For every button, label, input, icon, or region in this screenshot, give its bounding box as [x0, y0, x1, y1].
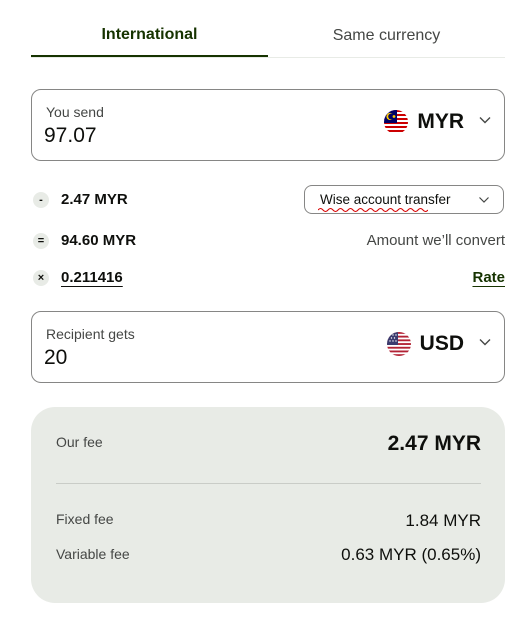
spellcheck-underline — [318, 208, 428, 212]
multiply-icon: × — [33, 270, 49, 286]
converted-row: = 94.60 MYR Amount we’ll convert — [31, 226, 505, 256]
receive-currency-code: USD — [419, 332, 464, 355]
tab-international[interactable]: International — [31, 14, 268, 57]
send-currency-code: MYR — [417, 110, 464, 133]
tab-same-currency[interactable]: Same currency — [268, 14, 505, 57]
equals-icon: = — [33, 233, 49, 249]
payment-method-label: Wise account transfer — [320, 192, 451, 207]
receive-amount-field[interactable]: Recipient gets USD — [31, 311, 505, 383]
chevron-down-icon — [478, 113, 492, 132]
chevron-down-icon — [478, 335, 492, 354]
malaysia-flag-icon — [384, 110, 409, 134]
converted-caption: Amount we’ll convert — [366, 232, 505, 249]
send-amount-input[interactable] — [44, 124, 244, 148]
minus-icon: - — [33, 192, 49, 208]
our-fee-value: 2.47 MYR — [387, 432, 481, 455]
variable-fee-label: Variable fee — [56, 546, 130, 562]
fee-summary-panel: Our fee 2.47 MYR Fixed fee 1.84 MYR Vari… — [31, 407, 505, 603]
receive-amount-input[interactable] — [44, 346, 244, 370]
our-fee-label: Our fee — [56, 434, 103, 450]
send-amount-label: You send — [46, 104, 104, 120]
receive-currency-selector[interactable]: USD — [386, 332, 492, 356]
converted-amount: 94.60 MYR — [61, 232, 137, 249]
rate-row: × 0.211416 Rate — [31, 263, 505, 293]
exchange-rate-value[interactable]: 0.211416 — [61, 269, 123, 286]
rate-link[interactable]: Rate — [472, 269, 505, 286]
fixed-fee-label: Fixed fee — [56, 511, 114, 527]
fee-amount: 2.47 MYR — [61, 191, 128, 208]
fixed-fee-value: 1.84 MYR — [405, 511, 481, 530]
summary-divider — [56, 483, 481, 484]
send-amount-field[interactable]: You send MYR — [31, 89, 505, 161]
transfer-type-tabs: International Same currency — [31, 14, 505, 58]
send-currency-selector[interactable]: MYR — [384, 110, 492, 134]
variable-fee-value: 0.63 MYR (0.65%) — [341, 545, 481, 564]
receive-amount-label: Recipient gets — [46, 326, 135, 342]
usa-flag-icon — [386, 332, 411, 356]
